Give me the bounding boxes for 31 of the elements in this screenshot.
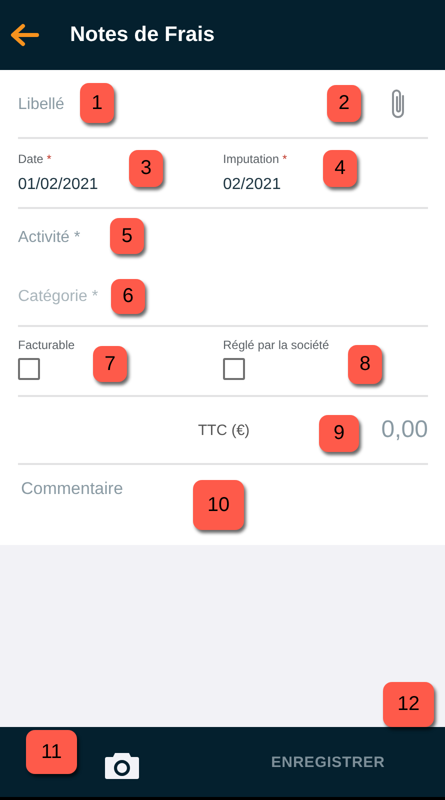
callout-badge: 6 <box>111 279 145 314</box>
back-button[interactable] <box>9 22 41 48</box>
field-label: Imputation <box>223 152 280 166</box>
callout-badge: 8 <box>348 345 382 384</box>
amount-label: TTC (€) <box>198 422 250 438</box>
checkbox-label: Réglé par la société <box>223 338 330 352</box>
date-field[interactable]: 02/2021 <box>223 176 281 194</box>
select-field[interactable]: Activité * <box>18 228 98 248</box>
date-field[interactable]: 01/02/2021 <box>18 176 98 194</box>
callout-badge: 4 <box>323 150 357 187</box>
callout-badge: 9 <box>319 415 359 452</box>
camera-icon[interactable] <box>104 750 140 780</box>
label-field[interactable]: Libellé <box>18 94 74 114</box>
comment-field[interactable]: Commentaire <box>21 479 125 501</box>
callout-badge: 7 <box>93 346 127 382</box>
amount-field[interactable]: 0,00 <box>376 416 428 444</box>
screen-title: Notes de Frais <box>70 23 215 47</box>
callout-badge: 1 <box>80 83 114 123</box>
required-mark: * <box>46 152 52 166</box>
field-label: Date <box>18 152 44 166</box>
callout-badge: 5 <box>110 218 144 254</box>
checkbox-label: Facturable <box>18 338 75 352</box>
callout-badge: 10 <box>193 480 244 530</box>
callout-badge: 3 <box>129 150 163 187</box>
callout-badge: 11 <box>26 730 77 774</box>
required-mark: * <box>282 152 288 166</box>
checkbox[interactable] <box>18 358 40 380</box>
callout-badge: 12 <box>383 682 434 727</box>
checkbox[interactable] <box>223 358 245 380</box>
callout-badge: 2 <box>327 85 361 122</box>
select-field: Catégorie * <box>18 287 106 307</box>
